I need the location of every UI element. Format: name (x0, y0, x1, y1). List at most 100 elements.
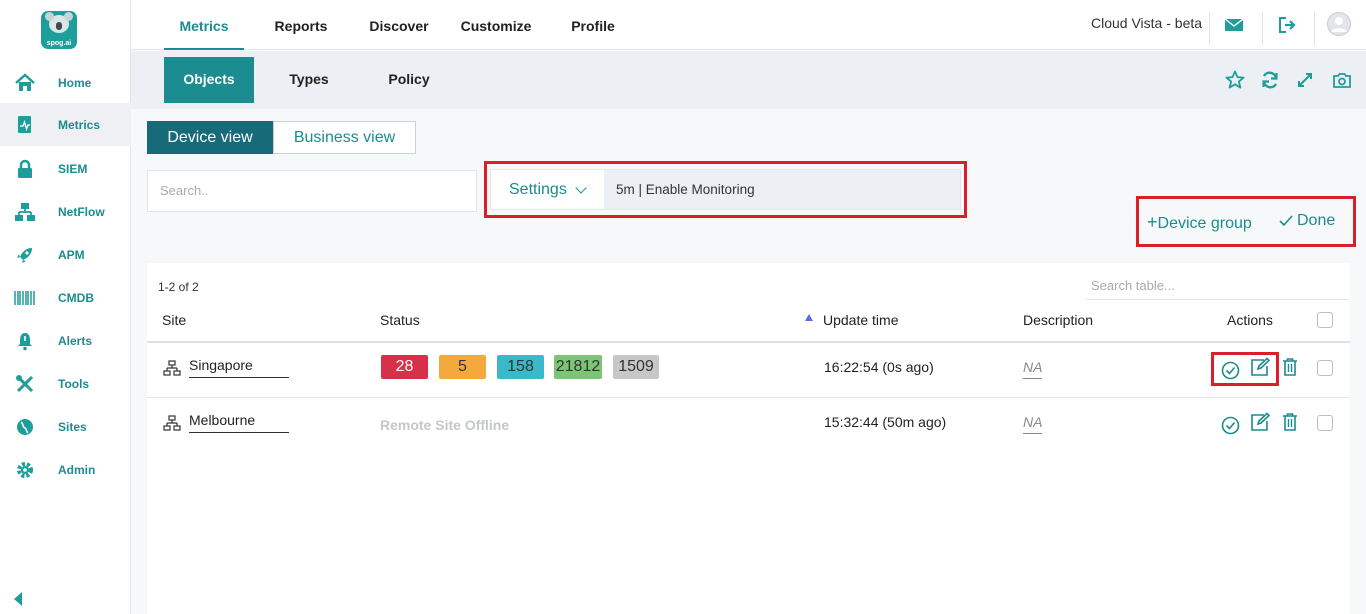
tab-metrics[interactable]: Metrics (164, 0, 244, 50)
record-count: 1-2 of 2 (158, 280, 199, 294)
home-icon (14, 72, 36, 94)
koala-icon (45, 12, 73, 33)
status-badge-warning[interactable]: 5 (439, 355, 486, 379)
tab-discover[interactable]: Discover (359, 0, 439, 50)
tab-objects[interactable]: Objects (164, 57, 254, 103)
globe-icon (14, 416, 36, 438)
sort-asc-icon[interactable] (805, 314, 813, 321)
tab-customize[interactable]: Customize (451, 0, 541, 50)
site-network-icon (163, 359, 181, 376)
row-checkbox[interactable] (1317, 415, 1333, 431)
search-input[interactable]: Search.. (147, 170, 477, 212)
check-circle-icon[interactable] (1220, 415, 1240, 435)
status-badge-ok[interactable]: 21812 (554, 355, 602, 379)
trash-icon[interactable] (1280, 412, 1300, 432)
trash-icon[interactable] (1280, 357, 1300, 377)
tab-types[interactable]: Types (265, 57, 353, 103)
sidebar-item-alerts[interactable]: Alerts (0, 319, 131, 362)
site-name[interactable]: Melbourne (189, 412, 289, 433)
settings-highlight: Settings 5m | Enable Monitoring (484, 161, 967, 218)
done-button[interactable]: Done (1279, 212, 1335, 230)
edit-icon[interactable] (1250, 357, 1270, 377)
header-divider (147, 341, 1350, 343)
status-badge-critical[interactable]: 28 (381, 355, 428, 379)
sites-table-panel: 1-2 of 2 Search table... Site Status Upd… (147, 263, 1350, 614)
camera-icon[interactable] (1331, 69, 1353, 91)
check-icon (1279, 215, 1293, 226)
gear-icon (14, 459, 36, 481)
status-badge-unknown[interactable]: 1509 (613, 355, 659, 379)
site-name[interactable]: Singapore (189, 357, 289, 378)
divider (1314, 12, 1315, 46)
mail-icon[interactable] (1222, 14, 1246, 36)
edit-icon[interactable] (1250, 412, 1270, 432)
expand-icon[interactable] (1294, 69, 1316, 91)
column-header-status[interactable]: Status (380, 312, 420, 328)
update-time: 16:22:54 (0s ago) (824, 359, 934, 375)
avatar[interactable] (1327, 12, 1351, 36)
logout-icon[interactable] (1276, 14, 1300, 36)
site-network-icon (163, 414, 181, 431)
table-row-melbourne[interactable]: Melbourne (163, 412, 289, 433)
sidebar: spog.ai Home Metrics SIEM NetFlow APM CM… (0, 0, 131, 614)
sidebar-item-netflow[interactable]: NetFlow (0, 190, 131, 233)
view-toggle: Device view Business view (147, 121, 416, 154)
sidebar-item-metrics[interactable]: Metrics (0, 103, 131, 146)
spog-logo[interactable]: spog.ai (41, 11, 77, 49)
collapse-sidebar-icon[interactable] (14, 592, 22, 606)
check-circle-icon[interactable] (1220, 360, 1240, 380)
row-checkbox[interactable] (1317, 360, 1333, 376)
divider (1262, 12, 1263, 46)
sidebar-item-tools[interactable]: Tools (0, 362, 131, 405)
description[interactable]: NA (1023, 359, 1042, 379)
netflow-icon (14, 201, 36, 223)
business-view-button[interactable]: Business view (273, 121, 416, 154)
star-icon[interactable] (1224, 69, 1246, 91)
update-time: 15:32:44 (50m ago) (824, 414, 947, 430)
sidebar-item-label: Sites (58, 419, 87, 434)
settings-dropdown[interactable]: Settings (491, 170, 604, 209)
tab-policy[interactable]: Policy (365, 57, 453, 103)
sidebar-item-label: Home (58, 75, 92, 90)
sidebar-item-admin[interactable]: Admin (0, 448, 131, 491)
divider (1209, 12, 1210, 46)
tools-icon (14, 373, 36, 395)
sidebar-item-label: SIEM (58, 161, 88, 176)
description[interactable]: NA (1023, 414, 1042, 434)
status-badge-info[interactable]: 158 (497, 355, 544, 379)
sidebar-item-label: CMDB (58, 290, 94, 305)
top-navbar: Metrics Reports Discover Customize Profi… (131, 0, 1366, 50)
sidebar-item-label: Metrics (58, 117, 101, 132)
sub-navbar: Objects Types Policy (131, 51, 1366, 109)
plus-icon: + (1147, 212, 1158, 232)
status-offline-text: Remote Site Offline (380, 417, 510, 433)
refresh-icon[interactable] (1259, 69, 1281, 91)
column-header-update-time[interactable]: Update time (823, 312, 898, 328)
sidebar-item-apm[interactable]: APM (0, 233, 131, 276)
tab-profile[interactable]: Profile (553, 0, 633, 50)
barcode-icon (14, 287, 36, 309)
settings-label: Settings (509, 181, 567, 198)
sidebar-item-cmdb[interactable]: CMDB (0, 276, 131, 319)
sidebar-item-siem[interactable]: SIEM (0, 147, 131, 190)
column-header-description[interactable]: Description (1023, 312, 1093, 328)
chevron-down-icon (575, 182, 587, 194)
select-all-checkbox[interactable] (1317, 312, 1333, 328)
rocket-icon (14, 244, 36, 266)
sidebar-item-label: Alerts (58, 333, 93, 348)
tab-reports[interactable]: Reports (261, 0, 341, 50)
device-view-button[interactable]: Device view (147, 121, 273, 154)
table-search-input[interactable]: Search table... (1086, 272, 1348, 300)
sidebar-item-label: NetFlow (58, 204, 105, 219)
column-header-site[interactable]: Site (162, 312, 186, 328)
column-header-actions: Actions (1227, 312, 1273, 328)
row-divider (147, 397, 1350, 398)
settings-value[interactable]: 5m | Enable Monitoring (604, 170, 960, 209)
metrics-icon (14, 114, 36, 136)
add-device-group-button[interactable]: +Device group (1147, 212, 1252, 233)
sidebar-item-home[interactable]: Home (0, 61, 131, 104)
settings-control: Settings 5m | Enable Monitoring (490, 169, 961, 210)
table-row-singapore[interactable]: Singapore (163, 357, 289, 378)
sidebar-item-label: APM (58, 247, 85, 262)
sidebar-item-sites[interactable]: Sites (0, 405, 131, 448)
